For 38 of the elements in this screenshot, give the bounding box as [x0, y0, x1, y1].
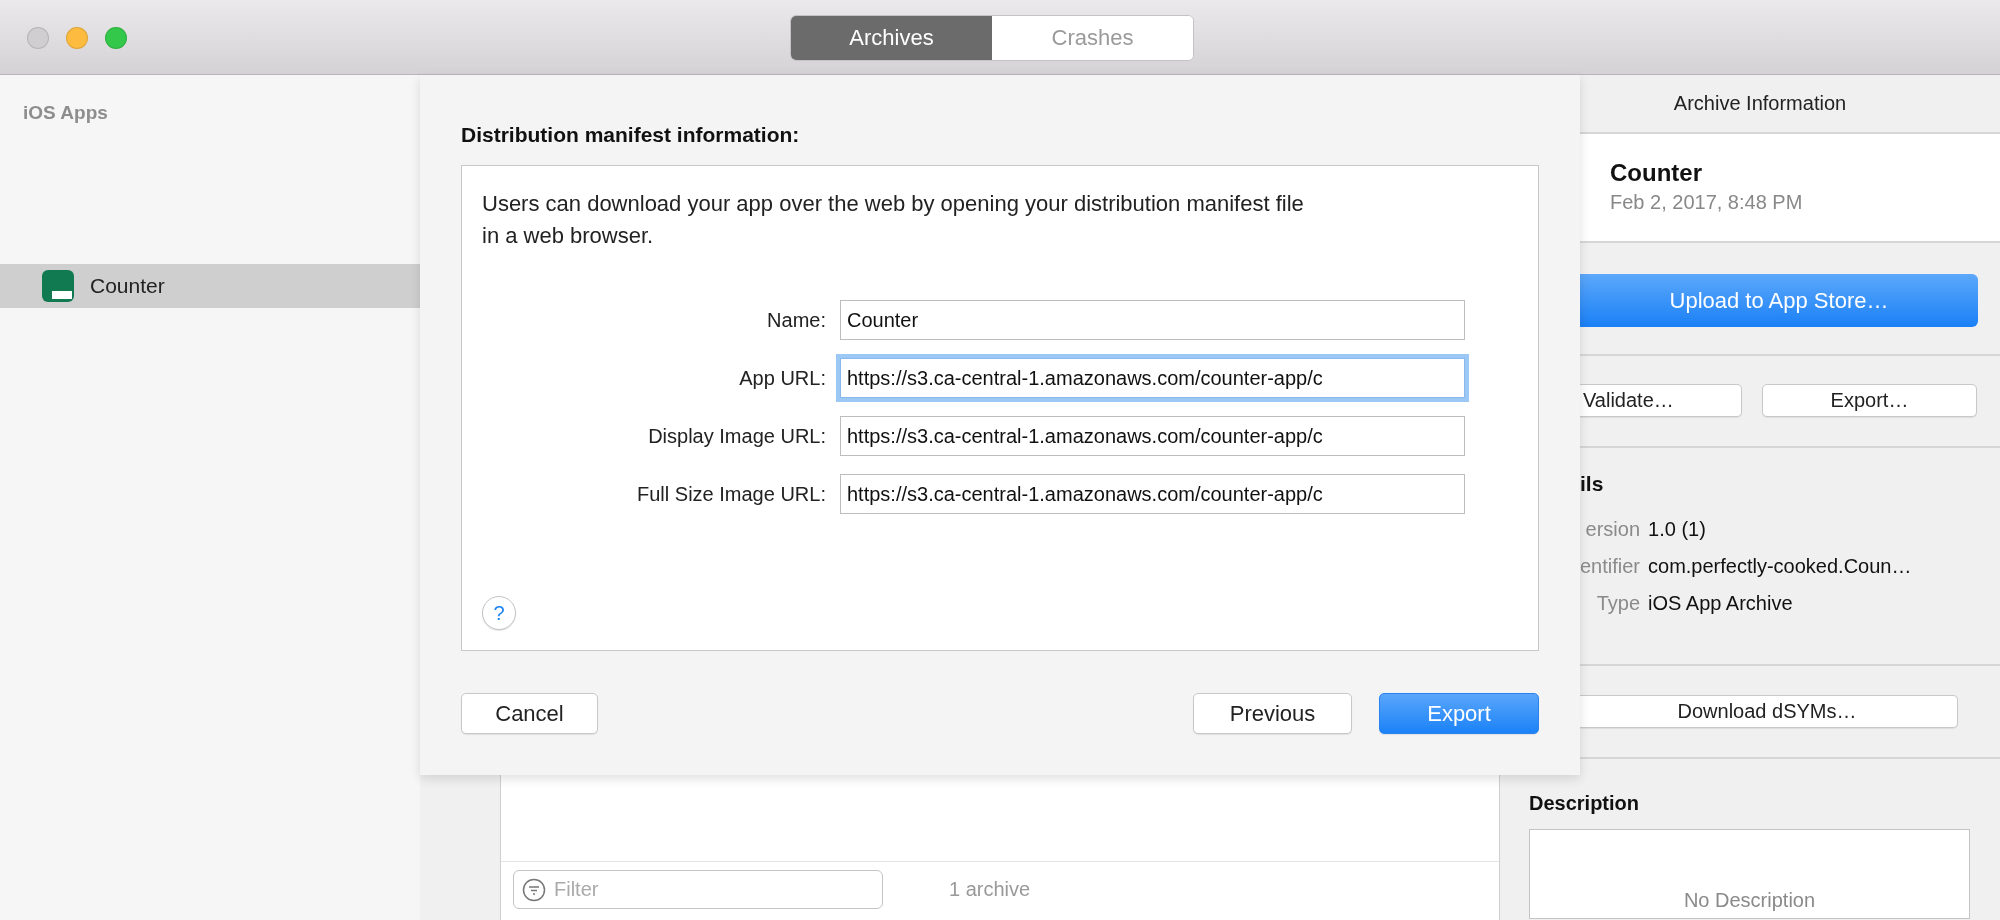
message-text: Users can download your app over the web by opening your distribution manifest file in a web browser.	[482, 190, 1305, 250]
text-field[interactable]: https://s3.ca-central-1.amazonaws.com/counter-app/c	[840, 474, 1465, 514]
detail-value: 1.0 (1)	[1648, 518, 1707, 541]
window-control[interactable]	[27, 27, 49, 49]
text-field[interactable]: https://s3.ca-central-1.amazonaws.com/counter-app/c	[840, 358, 1465, 398]
field-label: Full Size Image URL:	[636, 482, 826, 506]
help-button[interactable]: ?	[482, 596, 516, 630]
dsyms-button[interactable]: Download dSYMs…	[1580, 695, 1958, 728]
action-button[interactable]: Export…	[1762, 384, 1977, 417]
window-control[interactable]	[105, 27, 127, 49]
archive-count: 1 archive	[949, 878, 1031, 901]
item-label: Counter	[90, 274, 165, 298]
sidebar-item[interactable]: Counter	[0, 264, 420, 308]
detail-label: entifier	[1580, 555, 1641, 578]
app-icon	[42, 270, 74, 302]
filter-field[interactable]: Filter	[513, 870, 883, 909]
sidebar-heading: iOS Apps	[22, 101, 109, 124]
text-field[interactable]: Counter	[840, 300, 1465, 340]
dialog-button[interactable]: Cancel	[461, 693, 598, 734]
description-field[interactable]: No Description	[1529, 829, 1970, 919]
sheet-title: Distribution manifest information:	[461, 123, 801, 147]
detail-value: iOS App Archive	[1648, 592, 1794, 615]
detail-value: com.perfectly-cooked.Coun…	[1648, 555, 1913, 578]
dialog-button[interactable]: Previous	[1193, 693, 1352, 734]
field-label: Display Image URL:	[647, 424, 826, 448]
text-field[interactable]: https://s3.ca-central-1.amazonaws.com/counter-app/c	[840, 416, 1465, 456]
field-label: App URL:	[738, 366, 826, 390]
archive-name: Counter	[1610, 159, 1703, 187]
detail-label: ersion	[1584, 518, 1641, 541]
archive-date: Feb 2, 2017, 8:48 PM	[1610, 191, 1804, 214]
description-placeholder: No Description	[1683, 889, 1816, 912]
window-control[interactable]	[66, 27, 88, 49]
detail-label: Type	[1595, 592, 1641, 615]
section-heading: Description	[1529, 792, 1641, 815]
action-button[interactable]: Validate…	[1580, 384, 1742, 417]
section-heading: ils	[1580, 472, 1605, 496]
tab[interactable]: Archives	[791, 16, 992, 60]
field-label: Name:	[766, 308, 826, 332]
